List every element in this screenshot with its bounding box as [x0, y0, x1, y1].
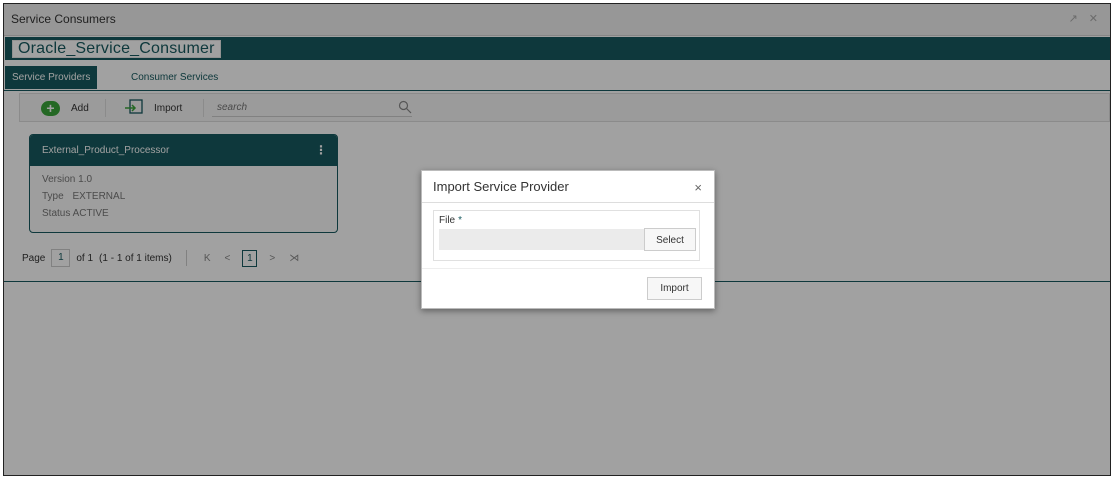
app-window: Service Consumers ↗ ✕ Oracle_Service_Con…	[3, 3, 1111, 476]
close-icon[interactable]: ×	[694, 180, 702, 195]
required-marker: *	[458, 215, 463, 226]
import-submit-button[interactable]: Import	[647, 277, 702, 300]
file-label-text: File	[439, 215, 456, 226]
file-field-group: File * Select	[433, 210, 700, 261]
file-path-field[interactable]	[439, 229, 645, 250]
dialog-divider	[422, 202, 714, 203]
import-service-provider-dialog: Import Service Provider × File * Select I…	[421, 170, 715, 309]
dialog-title: Import Service Provider	[433, 179, 569, 194]
file-label: File *	[439, 215, 462, 226]
select-file-button[interactable]: Select	[644, 228, 696, 251]
dialog-footer-divider	[422, 268, 714, 269]
